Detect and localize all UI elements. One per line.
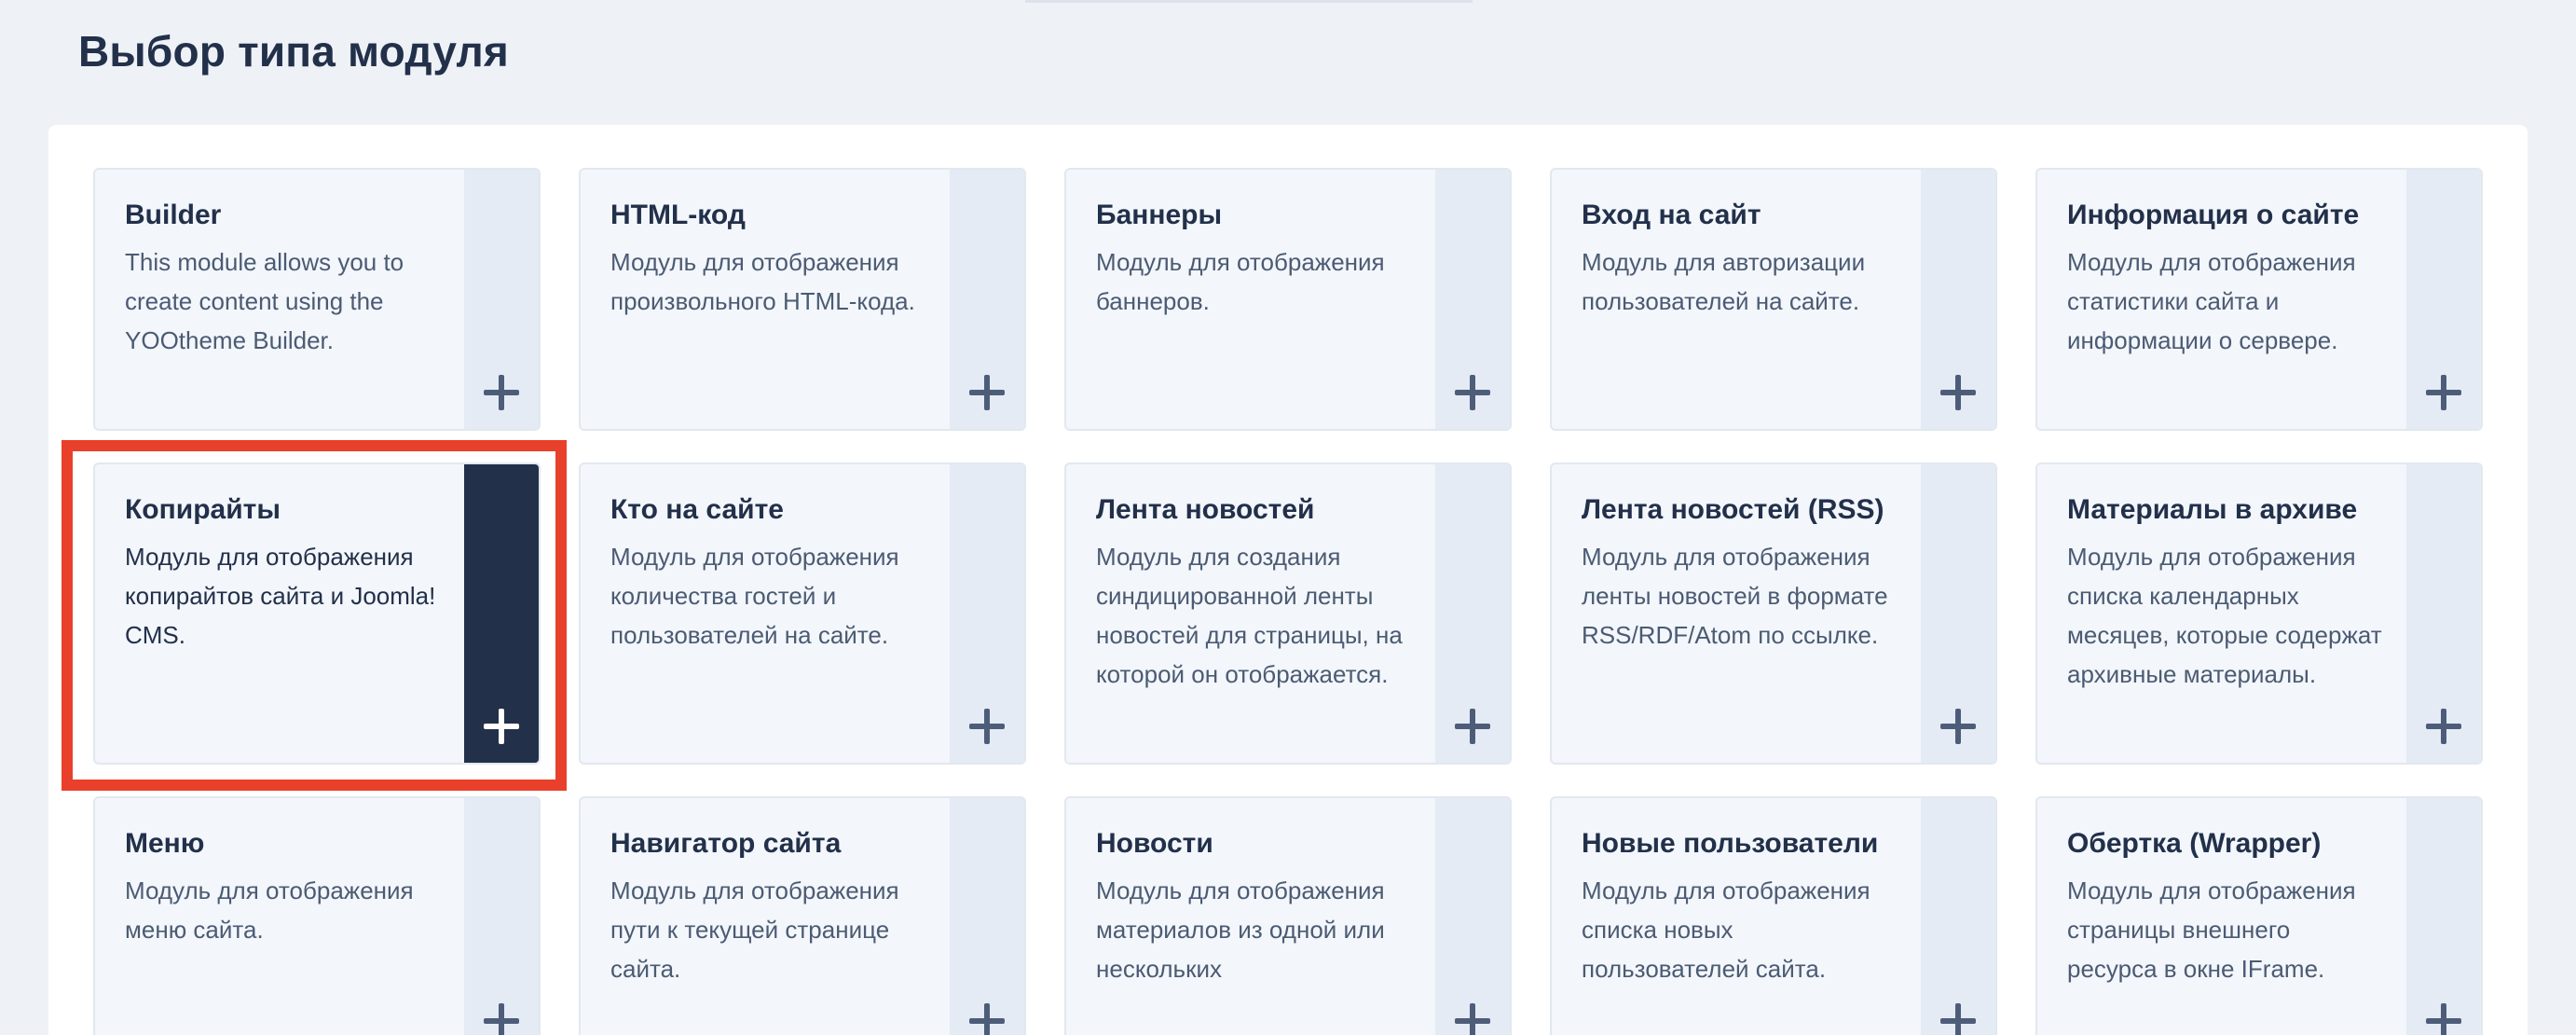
module-description: Модуль для отображения страницы внешнего…: [2067, 876, 2356, 983]
module-description: Модуль для отображения материалов из одн…: [1096, 876, 1385, 983]
plus-icon: [969, 375, 1005, 410]
module-title: Кто на сайте: [610, 494, 784, 525]
module-title: Новые пользователи: [1582, 828, 1879, 859]
plus-icon: [484, 709, 519, 744]
add-module-button[interactable]: [1921, 464, 1995, 763]
module-description: Модуль для отображения пути к текущей ст…: [610, 876, 899, 983]
add-module-button[interactable]: [1435, 798, 1510, 1035]
module-card-rss-feed[interactable]: Лента новостей (RSS) Модуль для отображе…: [1550, 462, 1997, 765]
module-description: Модуль для создания синдицированной лент…: [1096, 543, 1403, 688]
add-module-button[interactable]: [2406, 464, 2481, 763]
plus-icon: [969, 709, 1005, 744]
add-module-button[interactable]: [2406, 798, 2481, 1035]
module-description: Модуль для отображения списка календарны…: [2067, 543, 2382, 688]
plus-icon: [2426, 1003, 2461, 1035]
module-description: Модуль для отображения меню сайта.: [125, 876, 414, 944]
module-title: Меню: [125, 828, 205, 859]
module-card-archive[interactable]: Материалы в архиве Модуль для отображени…: [2035, 462, 2483, 765]
module-title: Копирайты: [125, 494, 281, 525]
module-title: Материалы в архиве: [2067, 494, 2358, 525]
plus-icon: [1455, 709, 1490, 744]
module-title: Вход на сайт: [1582, 200, 1761, 230]
module-description: This module allows you to create content…: [125, 248, 404, 354]
module-description: Модуль для отображения произвольного HTM…: [610, 248, 915, 315]
module-description: Модуль для авторизации пользователей на …: [1582, 248, 1866, 315]
module-title: Лента новостей (RSS): [1582, 494, 1884, 525]
module-card-login[interactable]: Вход на сайт Модуль для авторизации поль…: [1550, 168, 1997, 431]
module-description: Модуль для отображения количества гостей…: [610, 543, 899, 649]
plus-icon: [969, 1003, 1005, 1035]
module-title: Навигатор сайта: [610, 828, 842, 859]
add-module-button[interactable]: [950, 464, 1024, 763]
module-title: Новости: [1096, 828, 1213, 859]
plus-icon: [1940, 709, 1976, 744]
module-description: Модуль для отображения копирайтов сайта …: [125, 543, 436, 649]
module-description: Модуль для отображения ленты новостей в …: [1582, 543, 1888, 649]
module-card-new-users[interactable]: Новые пользователи Модуль для отображени…: [1550, 796, 1997, 1035]
add-module-button[interactable]: [464, 170, 539, 429]
add-module-button[interactable]: [1921, 170, 1995, 429]
plus-icon: [1455, 375, 1490, 410]
module-title: Builder: [125, 200, 222, 230]
module-title: Баннеры: [1096, 200, 1223, 230]
add-module-button[interactable]: [464, 464, 539, 763]
module-card-menu[interactable]: Меню Модуль для отображения меню сайта.: [93, 796, 541, 1035]
module-grid: Builder This module allows you to create…: [93, 168, 2483, 1035]
plus-icon: [2426, 709, 2461, 744]
module-card-news[interactable]: Новости Модуль для отображения материало…: [1064, 796, 1512, 1035]
add-module-button[interactable]: [464, 798, 539, 1035]
module-card-banners[interactable]: Баннеры Модуль для отображения баннеров.: [1064, 168, 1512, 431]
plus-icon: [1455, 1003, 1490, 1035]
page-title: Выбор типа модуля: [78, 27, 509, 76]
module-card-breadcrumbs[interactable]: Навигатор сайта Модуль для отображения п…: [579, 796, 1026, 1035]
add-module-button[interactable]: [1921, 798, 1995, 1035]
add-module-button[interactable]: [1435, 464, 1510, 763]
top-tab-indicator: [1025, 0, 1473, 3]
plus-icon: [1940, 375, 1976, 410]
module-card-site-info[interactable]: Информация о сайте Модуль для отображени…: [2035, 168, 2483, 431]
module-title: HTML-код: [610, 200, 746, 230]
module-title: Информация о сайте: [2067, 200, 2360, 230]
module-card-whosonline[interactable]: Кто на сайте Модуль для отображения коли…: [579, 462, 1026, 765]
module-description: Модуль для отображения списка новых поль…: [1582, 876, 1870, 983]
add-module-button[interactable]: [1435, 170, 1510, 429]
plus-icon: [2426, 375, 2461, 410]
module-card-html[interactable]: HTML-код Модуль для отображения произвол…: [579, 168, 1026, 431]
module-type-panel: Builder This module allows you to create…: [48, 125, 2528, 1035]
module-title: Обертка (Wrapper): [2067, 828, 2322, 859]
add-module-button[interactable]: [950, 798, 1024, 1035]
module-card-copyright[interactable]: Копирайты Модуль для отображения копирай…: [93, 462, 541, 765]
plus-icon: [484, 1003, 519, 1035]
module-card-syndicate[interactable]: Лента новостей Модуль для создания синди…: [1064, 462, 1512, 765]
add-module-button[interactable]: [950, 170, 1024, 429]
plus-icon: [1940, 1003, 1976, 1035]
module-card-builder[interactable]: Builder This module allows you to create…: [93, 168, 541, 431]
module-description: Модуль для отображения баннеров.: [1096, 248, 1385, 315]
plus-icon: [484, 375, 519, 410]
module-card-wrapper[interactable]: Обертка (Wrapper) Модуль для отображения…: [2035, 796, 2483, 1035]
add-module-button[interactable]: [2406, 170, 2481, 429]
module-title: Лента новостей: [1096, 494, 1315, 525]
module-description: Модуль для отображения статистики сайта …: [2067, 248, 2356, 354]
